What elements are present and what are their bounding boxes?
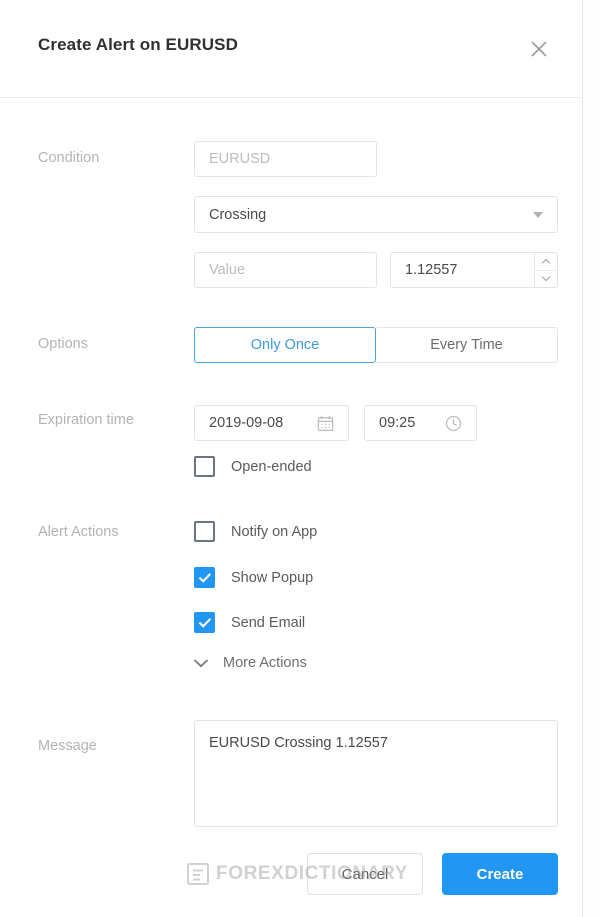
show-popup-row[interactable]: Show Popup bbox=[194, 567, 313, 588]
alert-actions-label: Alert Actions bbox=[38, 524, 119, 540]
more-actions-toggle[interactable]: More Actions bbox=[193, 655, 307, 671]
condition-operator-value: Crossing bbox=[209, 206, 267, 223]
message-label: Message bbox=[38, 738, 97, 754]
notify-on-app-checkbox[interactable] bbox=[194, 521, 215, 542]
stepper-decrement-icon[interactable] bbox=[535, 271, 557, 288]
send-email-label: Send Email bbox=[231, 614, 306, 631]
price-stepper[interactable]: 1.12557 bbox=[390, 252, 558, 288]
open-ended-checkbox-row[interactable]: Open-ended bbox=[194, 456, 312, 477]
condition-operator-select[interactable]: Crossing bbox=[194, 196, 558, 233]
close-icon[interactable] bbox=[526, 36, 552, 62]
show-popup-label: Show Popup bbox=[231, 569, 314, 586]
notify-on-app-row[interactable]: Notify on App bbox=[194, 521, 317, 542]
message-textarea[interactable] bbox=[194, 720, 558, 827]
create-button[interactable]: Create bbox=[442, 853, 558, 895]
expiration-time-value: 09:25 bbox=[379, 415, 416, 431]
open-ended-checkbox[interactable] bbox=[194, 456, 215, 477]
chevron-down-icon bbox=[193, 658, 209, 668]
expiration-time-input[interactable]: 09:25 bbox=[364, 405, 477, 441]
option-every-time[interactable]: Every Time bbox=[375, 327, 558, 363]
stepper-controls bbox=[534, 253, 557, 287]
show-popup-checkbox[interactable] bbox=[194, 567, 215, 588]
expiration-date-input[interactable]: 2019-09-08 bbox=[194, 405, 349, 441]
calendar-icon bbox=[317, 415, 334, 432]
expiration-time-label: Expiration time bbox=[38, 412, 134, 428]
stepper-increment-icon[interactable] bbox=[535, 253, 557, 271]
notify-on-app-label: Notify on App bbox=[231, 523, 318, 540]
more-actions-label: More Actions bbox=[223, 655, 307, 671]
value-input[interactable]: Value bbox=[194, 252, 377, 288]
options-label: Options bbox=[38, 336, 88, 352]
page-title: Create Alert on EURUSD bbox=[38, 35, 238, 54]
symbol-input[interactable]: EURUSD bbox=[194, 141, 377, 177]
create-alert-dialog: Create Alert on EURUSD Condition EURUSD … bbox=[0, 0, 583, 917]
open-ended-label: Open-ended bbox=[231, 458, 312, 475]
condition-label: Condition bbox=[38, 150, 100, 166]
chevron-down-icon bbox=[533, 211, 543, 218]
option-only-once[interactable]: Only Once bbox=[194, 327, 376, 363]
clock-icon bbox=[445, 415, 462, 432]
screenshot-root: Create Alert on EURUSD Condition EURUSD … bbox=[0, 0, 600, 917]
cancel-button[interactable]: Cancel bbox=[307, 853, 423, 895]
send-email-row[interactable]: Send Email bbox=[194, 612, 305, 633]
dialog-header: Create Alert on EURUSD bbox=[0, 0, 582, 98]
options-segmented-control: Only Once Every Time bbox=[194, 327, 558, 363]
expiration-date-value: 2019-09-08 bbox=[209, 415, 284, 431]
send-email-checkbox[interactable] bbox=[194, 612, 215, 633]
price-value: 1.12557 bbox=[405, 262, 458, 278]
